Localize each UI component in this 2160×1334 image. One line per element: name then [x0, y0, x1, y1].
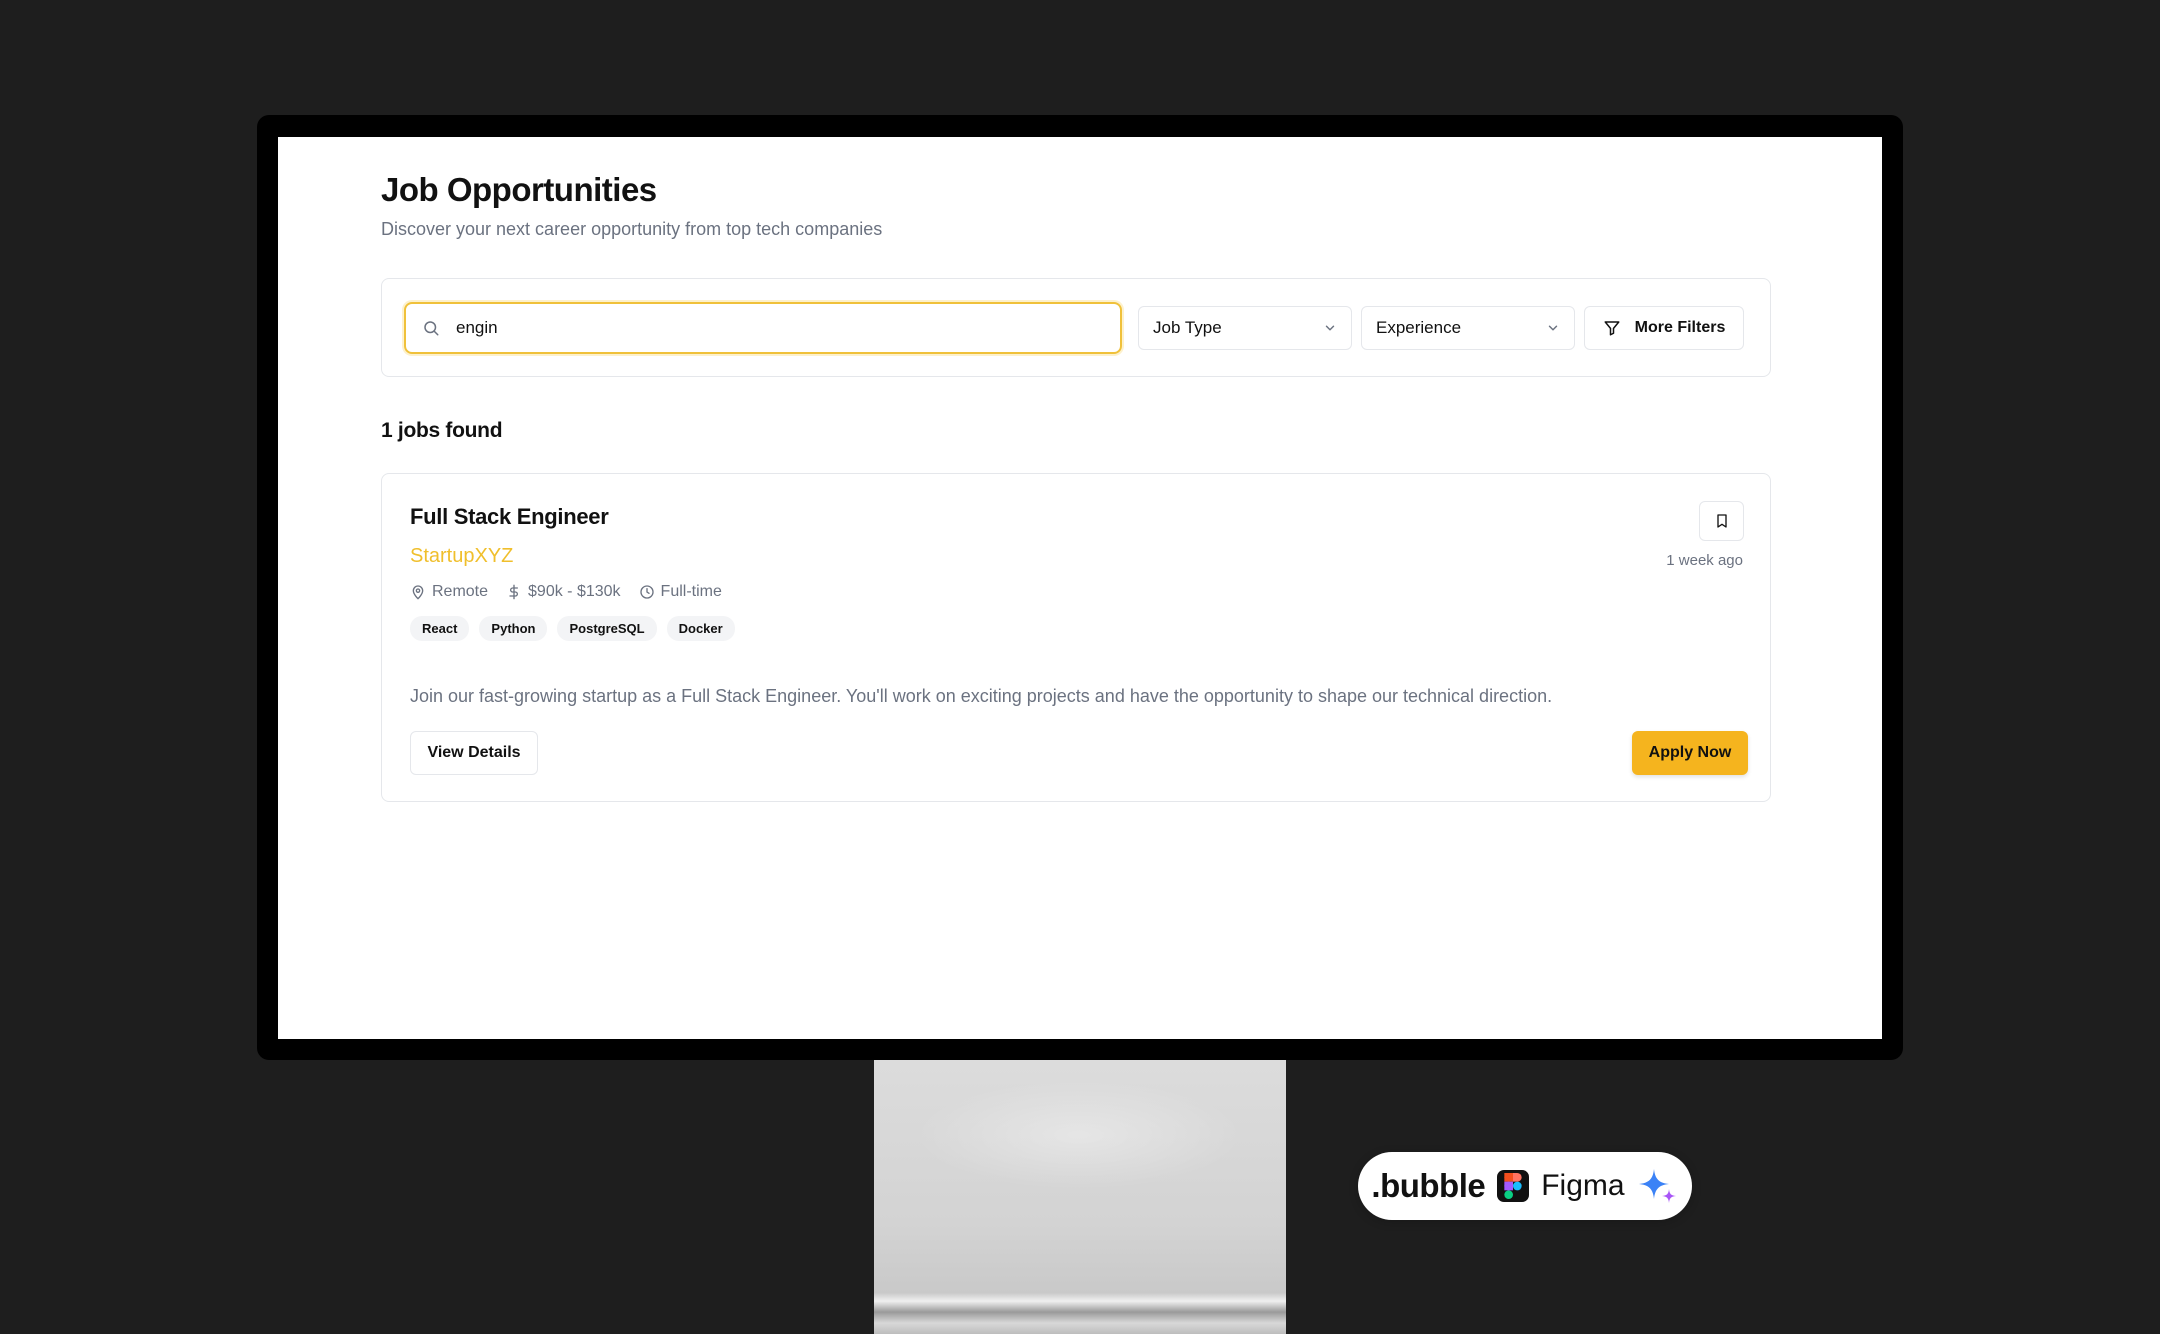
bubble-logo: .bubble	[1371, 1167, 1486, 1204]
company-name[interactable]: StartupXYZ	[410, 545, 513, 568]
filter-icon	[1603, 319, 1621, 337]
more-filters-label: More Filters	[1634, 319, 1726, 336]
chevron-down-icon	[1323, 321, 1337, 335]
clock-icon	[639, 584, 655, 600]
figma-icon	[1497, 1170, 1530, 1202]
search-input[interactable]	[454, 317, 1078, 339]
apply-now-button[interactable]: Apply Now	[1632, 731, 1748, 775]
more-filters-button[interactable]: More Filters	[1584, 306, 1744, 350]
skill-tag: Docker	[666, 616, 735, 641]
bookmark-icon	[1714, 513, 1730, 529]
job-meta: Remote $90k - $130k Full-time	[410, 583, 722, 601]
salary-label: $90k - $130k	[528, 583, 621, 600]
results-count: 1 jobs found	[381, 419, 503, 442]
tools-badge: .bubble Figma	[1358, 1152, 1692, 1220]
search-icon	[422, 319, 440, 337]
job-title[interactable]: Full Stack Engineer	[410, 504, 609, 530]
view-details-button[interactable]: View Details	[410, 731, 538, 775]
job-type-value: Full-time	[660, 583, 722, 600]
skill-tag: PostgreSQL	[557, 616, 657, 641]
experience-select[interactable]: Experience	[1361, 306, 1575, 350]
job-type-select[interactable]: Job Type	[1138, 306, 1352, 350]
page-title: Job Opportunities	[381, 171, 657, 208]
skill-tags: React Python PostgreSQL Docker	[410, 616, 735, 641]
location-label: Remote	[432, 583, 489, 600]
monitor-stand	[874, 1060, 1286, 1334]
page-subtitle: Discover your next career opportunity fr…	[381, 219, 883, 239]
app-screen: Job Opportunities Discover your next car…	[278, 137, 1882, 1039]
map-pin-icon	[410, 584, 426, 600]
chevron-down-icon	[1546, 321, 1560, 335]
posted-time: 1 week ago	[1666, 552, 1743, 569]
skill-tag: Python	[479, 616, 548, 641]
job-card: Full Stack Engineer StartupXYZ Remote $9…	[381, 473, 1771, 802]
job-type: Full-time	[639, 583, 722, 601]
sparkle-icon	[1637, 1165, 1679, 1207]
job-description: Join our fast-growing startup as a Full …	[410, 686, 1553, 706]
figma-label: Figma	[1541, 1169, 1625, 1202]
search-box[interactable]	[404, 302, 1122, 354]
location: Remote	[410, 583, 488, 601]
salary: $90k - $130k	[506, 583, 621, 601]
bookmark-button[interactable]	[1699, 501, 1744, 541]
job-type-label: Job Type	[1153, 318, 1222, 337]
experience-label: Experience	[1376, 318, 1462, 337]
dollar-icon	[506, 584, 522, 600]
skill-tag: React	[410, 616, 470, 641]
